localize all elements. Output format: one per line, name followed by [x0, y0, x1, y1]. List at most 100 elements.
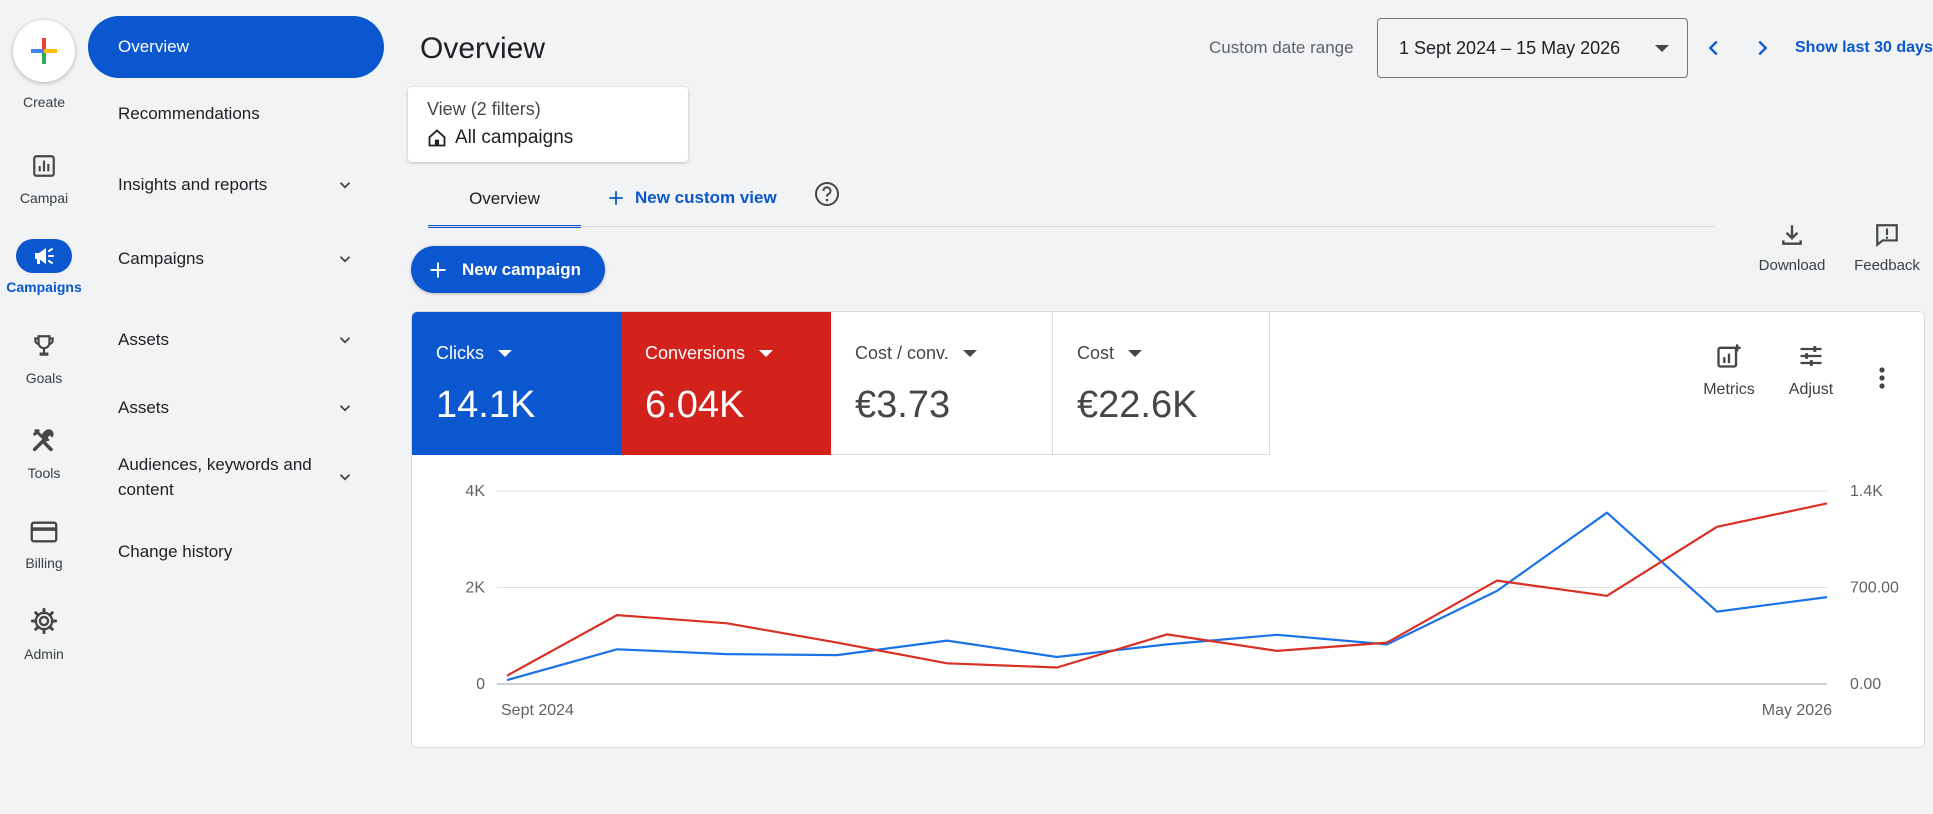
rail-item-billing[interactable]: Billing: [0, 516, 88, 571]
view-filters-label: View (2 filters): [427, 99, 541, 119]
chevron-down-icon: [339, 337, 351, 344]
y-right-tick-label: 700.00: [1850, 580, 1899, 597]
rail-item-label: Tools: [27, 465, 61, 481]
metric-name: Cost / conv.: [855, 343, 949, 363]
gear-icon: [27, 605, 61, 637]
help-icon[interactable]: [813, 180, 841, 213]
plus-icon: [609, 191, 623, 205]
more-vert-icon: [1879, 367, 1885, 389]
next-period-button[interactable]: [1748, 30, 1776, 66]
chevron-right-icon: [1758, 40, 1768, 56]
add-chart-icon: [1717, 344, 1741, 368]
create-button[interactable]: [13, 20, 75, 82]
metric-tile-clicks[interactable]: Clicks 14.1K: [412, 312, 621, 455]
date-range-value: 1 Sept 2024 – 15 May 2026: [1399, 37, 1621, 58]
nav-item-label: Campaigns: [118, 249, 204, 268]
plus-icon: [31, 38, 57, 64]
nav-item-audiences-keywords-content[interactable]: Audiences, keywords and content: [88, 449, 384, 505]
more-options-button[interactable]: [1872, 364, 1892, 397]
previous-period-button[interactable]: [1700, 30, 1728, 66]
dropdown-arrow-icon: [1128, 350, 1143, 357]
y-right-tick-label: 1.4K: [1850, 483, 1883, 500]
date-range-label: Custom date range: [1209, 38, 1354, 57]
nav-item-label: Audiences, keywords and content: [118, 454, 312, 500]
create-label: Create: [22, 94, 66, 110]
tune-icon: [1800, 346, 1822, 366]
metric-name: Conversions: [645, 343, 746, 363]
nav-item-assets-2[interactable]: Assets: [88, 390, 384, 426]
rail-item-campaigns[interactable]: Campaigns: [0, 239, 88, 295]
rail-item-label: Campai: [19, 190, 69, 206]
nav-item-label: Change history: [118, 542, 233, 561]
chevron-down-icon: [339, 405, 351, 412]
nav-item-overview[interactable]: Overview: [88, 16, 384, 78]
megaphone-icon: [16, 239, 72, 273]
y-left-tick-label: 2K: [465, 580, 485, 597]
adjust-button[interactable]: Adjust: [1779, 342, 1843, 399]
nav-item-assets[interactable]: Assets: [88, 322, 384, 358]
x-tick-label: Sept 2024: [501, 702, 574, 719]
y-left-tick-label: 0: [476, 676, 485, 693]
rail-item-campaigns-overview[interactable]: Campai: [0, 150, 88, 206]
home-icon: [428, 129, 446, 147]
nav-item-label: Insights and reports: [118, 175, 268, 194]
metric-tile-cost[interactable]: Cost €22.6K: [1053, 312, 1270, 455]
metric-value: 14.1K: [436, 384, 536, 426]
tab-label: Overview: [469, 188, 540, 208]
view-filter-card[interactable]: View (2 filters) All campaigns: [408, 87, 688, 162]
nav-item-insights-and-reports[interactable]: Insights and reports: [88, 167, 384, 203]
plus-icon: [430, 262, 446, 277]
metric-value: 6.04K: [645, 384, 745, 426]
series-line-clicks: [506, 511, 1828, 682]
show-last-30-days-link[interactable]: Show last 30 days: [1795, 39, 1933, 57]
x-tick-label: May 2026: [1762, 702, 1832, 719]
metric-name: Clicks: [436, 343, 484, 363]
metrics-button[interactable]: Metrics: [1694, 342, 1764, 399]
chevron-down-icon: [339, 474, 351, 481]
chevron-left-icon: [1708, 40, 1718, 56]
new-custom-view-button[interactable]: New custom view: [607, 180, 777, 216]
nav-item-change-history[interactable]: Change history: [88, 534, 384, 570]
download-button[interactable]: Download: [1752, 222, 1832, 274]
tab-divider: [428, 226, 1715, 227]
new-campaign-button[interactable]: New campaign: [411, 246, 605, 293]
download-icon: [1782, 225, 1802, 245]
new-custom-view-label: New custom view: [635, 188, 777, 207]
rail-item-admin[interactable]: Admin: [0, 605, 88, 662]
rail-item-label: Campaigns: [6, 279, 82, 295]
y-right-tick-label: 0.00: [1850, 676, 1881, 693]
nav-item-label: Recommendations: [118, 104, 260, 123]
nav-item-label: Assets: [118, 330, 170, 349]
date-range-select[interactable]: 1 Sept 2024 – 15 May 2026: [1377, 18, 1688, 78]
bar-chart-icon: [27, 150, 61, 182]
view-scope-label: All campaigns: [455, 127, 574, 148]
nav-item-campaigns[interactable]: Campaigns: [88, 241, 384, 277]
download-label: Download: [1758, 257, 1826, 274]
dropdown-arrow-icon: [759, 350, 774, 357]
rail-item-goals[interactable]: Goals: [0, 330, 88, 386]
metrics-label: Metrics: [1703, 381, 1755, 398]
dropdown-arrow-icon: [962, 350, 977, 357]
rail-item-tools[interactable]: Tools: [0, 424, 88, 481]
tab-overview[interactable]: Overview: [428, 172, 581, 228]
metric-name: Cost: [1077, 343, 1115, 363]
metric-value: €3.73: [855, 384, 951, 426]
rail-item-label: Billing: [25, 555, 63, 571]
trophy-icon: [27, 330, 61, 362]
performance-card: Clicks 14.1K Conversions 6.04K Cost / co…: [411, 311, 1925, 748]
dropdown-arrow-icon: [498, 350, 512, 357]
metric-tile-conversions[interactable]: Conversions 6.04K: [621, 312, 831, 455]
page-title: Overview: [420, 32, 546, 65]
metric-tile-cost-per-conversion[interactable]: Cost / conv. €3.73: [831, 312, 1053, 455]
new-campaign-label: New campaign: [462, 259, 582, 279]
nav-item-label: Assets: [118, 398, 170, 417]
feedback-icon: [1876, 224, 1898, 248]
nav-item-recommendations[interactable]: Recommendations: [88, 96, 384, 132]
credit-card-icon: [27, 516, 61, 548]
feedback-button[interactable]: Feedback: [1847, 222, 1927, 274]
tools-icon: [27, 424, 61, 456]
navigation-rail: Create Campai Campaigns Goals Tools Bill…: [0, 0, 88, 814]
rail-item-label: Goals: [25, 370, 63, 386]
performance-chart: 0 2K 4K 0.00 700.00 1.4K Sept 2024 May 2026: [465, 483, 1899, 719]
chevron-down-icon: [339, 182, 351, 189]
